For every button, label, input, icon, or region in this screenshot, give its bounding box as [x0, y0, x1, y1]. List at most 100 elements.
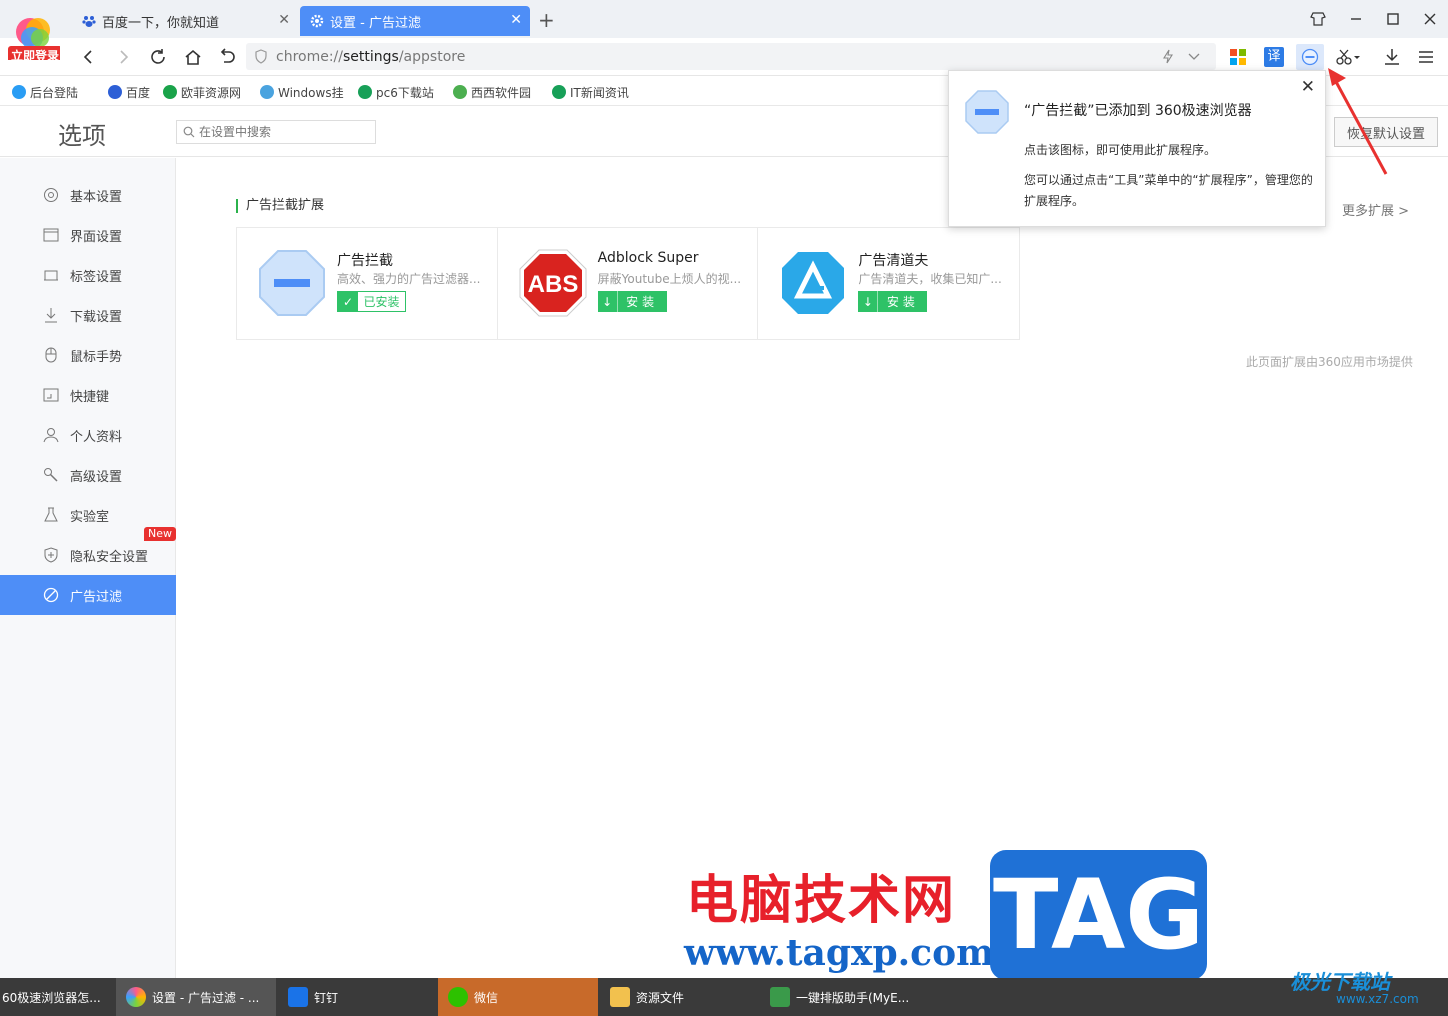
close-window-button[interactable] — [1418, 8, 1442, 30]
sidebar-item-adfilter[interactable]: 广告过滤 — [0, 575, 176, 615]
tab-settings[interactable]: 设置 - 广告过滤 ✕ — [300, 6, 530, 36]
sidebar-item-advanced[interactable]: 高级设置 — [0, 455, 176, 495]
extension-name: Adblock Super — [597, 250, 699, 266]
settings-search[interactable] — [176, 120, 376, 144]
sidebar-item-label: 标签设置 — [70, 269, 123, 285]
taskbar-item[interactable]: 钉钉 — [278, 978, 436, 1016]
folder-icon — [610, 987, 630, 1007]
browser-logo[interactable]: 立即登录 — [8, 10, 60, 63]
sidebar-item-shortcuts[interactable]: 快捷键 — [0, 375, 176, 415]
taskbar-label: 设置 - 广告过滤 - ... — [152, 990, 260, 1005]
adblock-stop-icon — [259, 250, 325, 316]
skin-icon[interactable] — [1306, 8, 1330, 30]
sidebar-item-label: 个人资料 — [70, 429, 123, 445]
login-badge[interactable]: 立即登录 — [11, 47, 59, 64]
bookmark-icon — [260, 85, 274, 99]
maximize-button[interactable] — [1381, 8, 1405, 30]
translate-label: 译 — [1264, 47, 1284, 67]
page-title: 选项 — [58, 122, 106, 150]
bookmark-item[interactable]: IT新闻资讯 — [552, 83, 629, 101]
url-path: /appstore — [398, 48, 466, 65]
watermark-site-name: 电脑技术网 — [686, 870, 957, 931]
extension-card[interactable]: ABS Adblock Super 屏蔽Youtube上烦人的视... ↓ 安装 — [498, 228, 759, 339]
gear-icon — [310, 14, 324, 28]
popup-line1: 点击该图标，即可使用此扩展程序。 — [1024, 143, 1217, 157]
user-icon — [42, 426, 60, 444]
install-button[interactable]: ↓ 安装 — [858, 291, 928, 312]
annotation-arrow — [1328, 68, 1388, 175]
taskbar-item[interactable]: 一键排版助手(MyE... — [762, 978, 922, 1016]
sidebar-item-tabs[interactable]: 标签设置 — [0, 255, 176, 295]
refresh-button[interactable] — [146, 46, 170, 68]
bookmark-icon — [163, 85, 177, 99]
search-input[interactable] — [199, 125, 369, 139]
flask-icon — [42, 506, 60, 524]
sidebar-item-basic[interactable]: 基本设置 — [0, 175, 176, 215]
bookmark-label: pc6下载站 — [376, 85, 434, 100]
sidebar-item-label: 高级设置 — [70, 469, 123, 485]
bookmark-item[interactable]: 百度 — [108, 83, 150, 101]
sidebar-item-mouse[interactable]: 鼠标手势 — [0, 335, 176, 375]
installed-button[interactable]: ✓ 已安装 — [337, 291, 406, 312]
bookmark-label: 欧菲资源网 — [181, 85, 242, 100]
dingtalk-icon — [288, 987, 308, 1007]
address-bar[interactable]: chrome://settings/appstore — [246, 43, 1216, 70]
block-icon — [42, 586, 60, 604]
sidebar-item-label: 实验室 — [70, 509, 110, 525]
lightning-icon[interactable] — [1161, 49, 1175, 64]
section-title: 广告拦截扩展 — [236, 199, 324, 213]
apps-icon[interactable] — [1224, 44, 1252, 70]
search-icon — [183, 126, 195, 138]
new-tab-button[interactable]: + — [538, 8, 555, 32]
menu-icon[interactable] — [1412, 44, 1440, 70]
minimize-button[interactable] — [1344, 8, 1368, 30]
extension-desc: 高效、强力的广告过滤器... — [337, 272, 481, 286]
download-arrow-icon: ↓ — [598, 291, 618, 312]
chevron-down-icon[interactable] — [1188, 51, 1200, 61]
bookmark-item[interactable]: Windows挂 — [260, 83, 344, 101]
app-icon — [770, 987, 790, 1007]
popup-line2: 您可以通过点击“工具”菜单中的“扩展程序”，管理您的扩展程序。 — [1024, 173, 1313, 208]
url-host: settings — [343, 48, 399, 65]
button-label: 已安装 — [363, 295, 400, 309]
sidebar-item-label: 广告过滤 — [70, 589, 123, 605]
bookmark-item[interactable]: 西西软件园 — [453, 83, 531, 101]
abs-icon: ABS — [519, 249, 587, 317]
sidebar-item-label: 快捷键 — [70, 389, 110, 405]
sidebar-item-privacy[interactable]: 隐私安全设置 — [0, 535, 176, 575]
install-button[interactable]: ↓ 安装 — [597, 291, 667, 312]
window-icon — [42, 226, 60, 244]
watermark-tag-logo: TAG — [990, 850, 1207, 980]
sidebar-item-download[interactable]: 下载设置 — [0, 295, 176, 335]
close-icon[interactable]: ✕ — [510, 12, 522, 28]
extension-card[interactable]: 广告清道夫 广告清道夫，收集已知广... ↓ 安装 — [758, 228, 1019, 339]
taskbar-item[interactable]: 微信 — [438, 978, 598, 1016]
sidebar-item-interface[interactable]: 界面设置 — [0, 215, 176, 255]
taskbar-item[interactable]: 60极速浏览器怎... — [0, 978, 116, 1016]
sidebar-item-profile[interactable]: 个人资料 — [0, 415, 176, 455]
bookmark-item[interactable]: 后台登陆 — [12, 83, 78, 101]
undo-close-button[interactable] — [215, 46, 239, 68]
bookmark-item[interactable]: 欧菲资源网 — [163, 83, 241, 101]
taskbar-item[interactable]: 资源文件 — [600, 978, 760, 1016]
more-extensions-link[interactable]: 更多扩展 > — [1342, 200, 1409, 219]
close-icon[interactable]: ✕ — [278, 12, 290, 28]
tab-icon — [42, 266, 60, 284]
taskbar-item-active[interactable]: 设置 - 广告过滤 - ... — [116, 978, 276, 1016]
extension-grid: 广告拦截 高效、强力的广告过滤器... ✓ 已安装 ABS Adblock Sup… — [236, 227, 1020, 340]
bookmark-icon — [12, 85, 26, 99]
home-button[interactable] — [181, 46, 205, 68]
url-scheme: chrome:// — [276, 48, 343, 65]
button-label: 安装 — [626, 295, 659, 309]
back-button[interactable] — [76, 46, 100, 68]
close-icon[interactable]: ✕ — [1301, 77, 1315, 97]
sidebar-item-label: 下载设置 — [70, 309, 123, 325]
forward-button[interactable] — [112, 46, 136, 68]
tab-baidu[interactable]: 百度一下，你就知道 ✕ — [72, 6, 298, 36]
translate-icon[interactable]: 译 — [1260, 44, 1288, 70]
adblock-stop-icon — [965, 90, 1009, 134]
bookmark-item[interactable]: pc6下载站 — [358, 83, 434, 101]
extension-card[interactable]: 广告拦截 高效、强力的广告过滤器... ✓ 已安装 — [237, 228, 498, 339]
wechat-icon — [448, 987, 468, 1007]
provider-note: 此页面扩展由360应用市场提供 — [1246, 355, 1413, 369]
